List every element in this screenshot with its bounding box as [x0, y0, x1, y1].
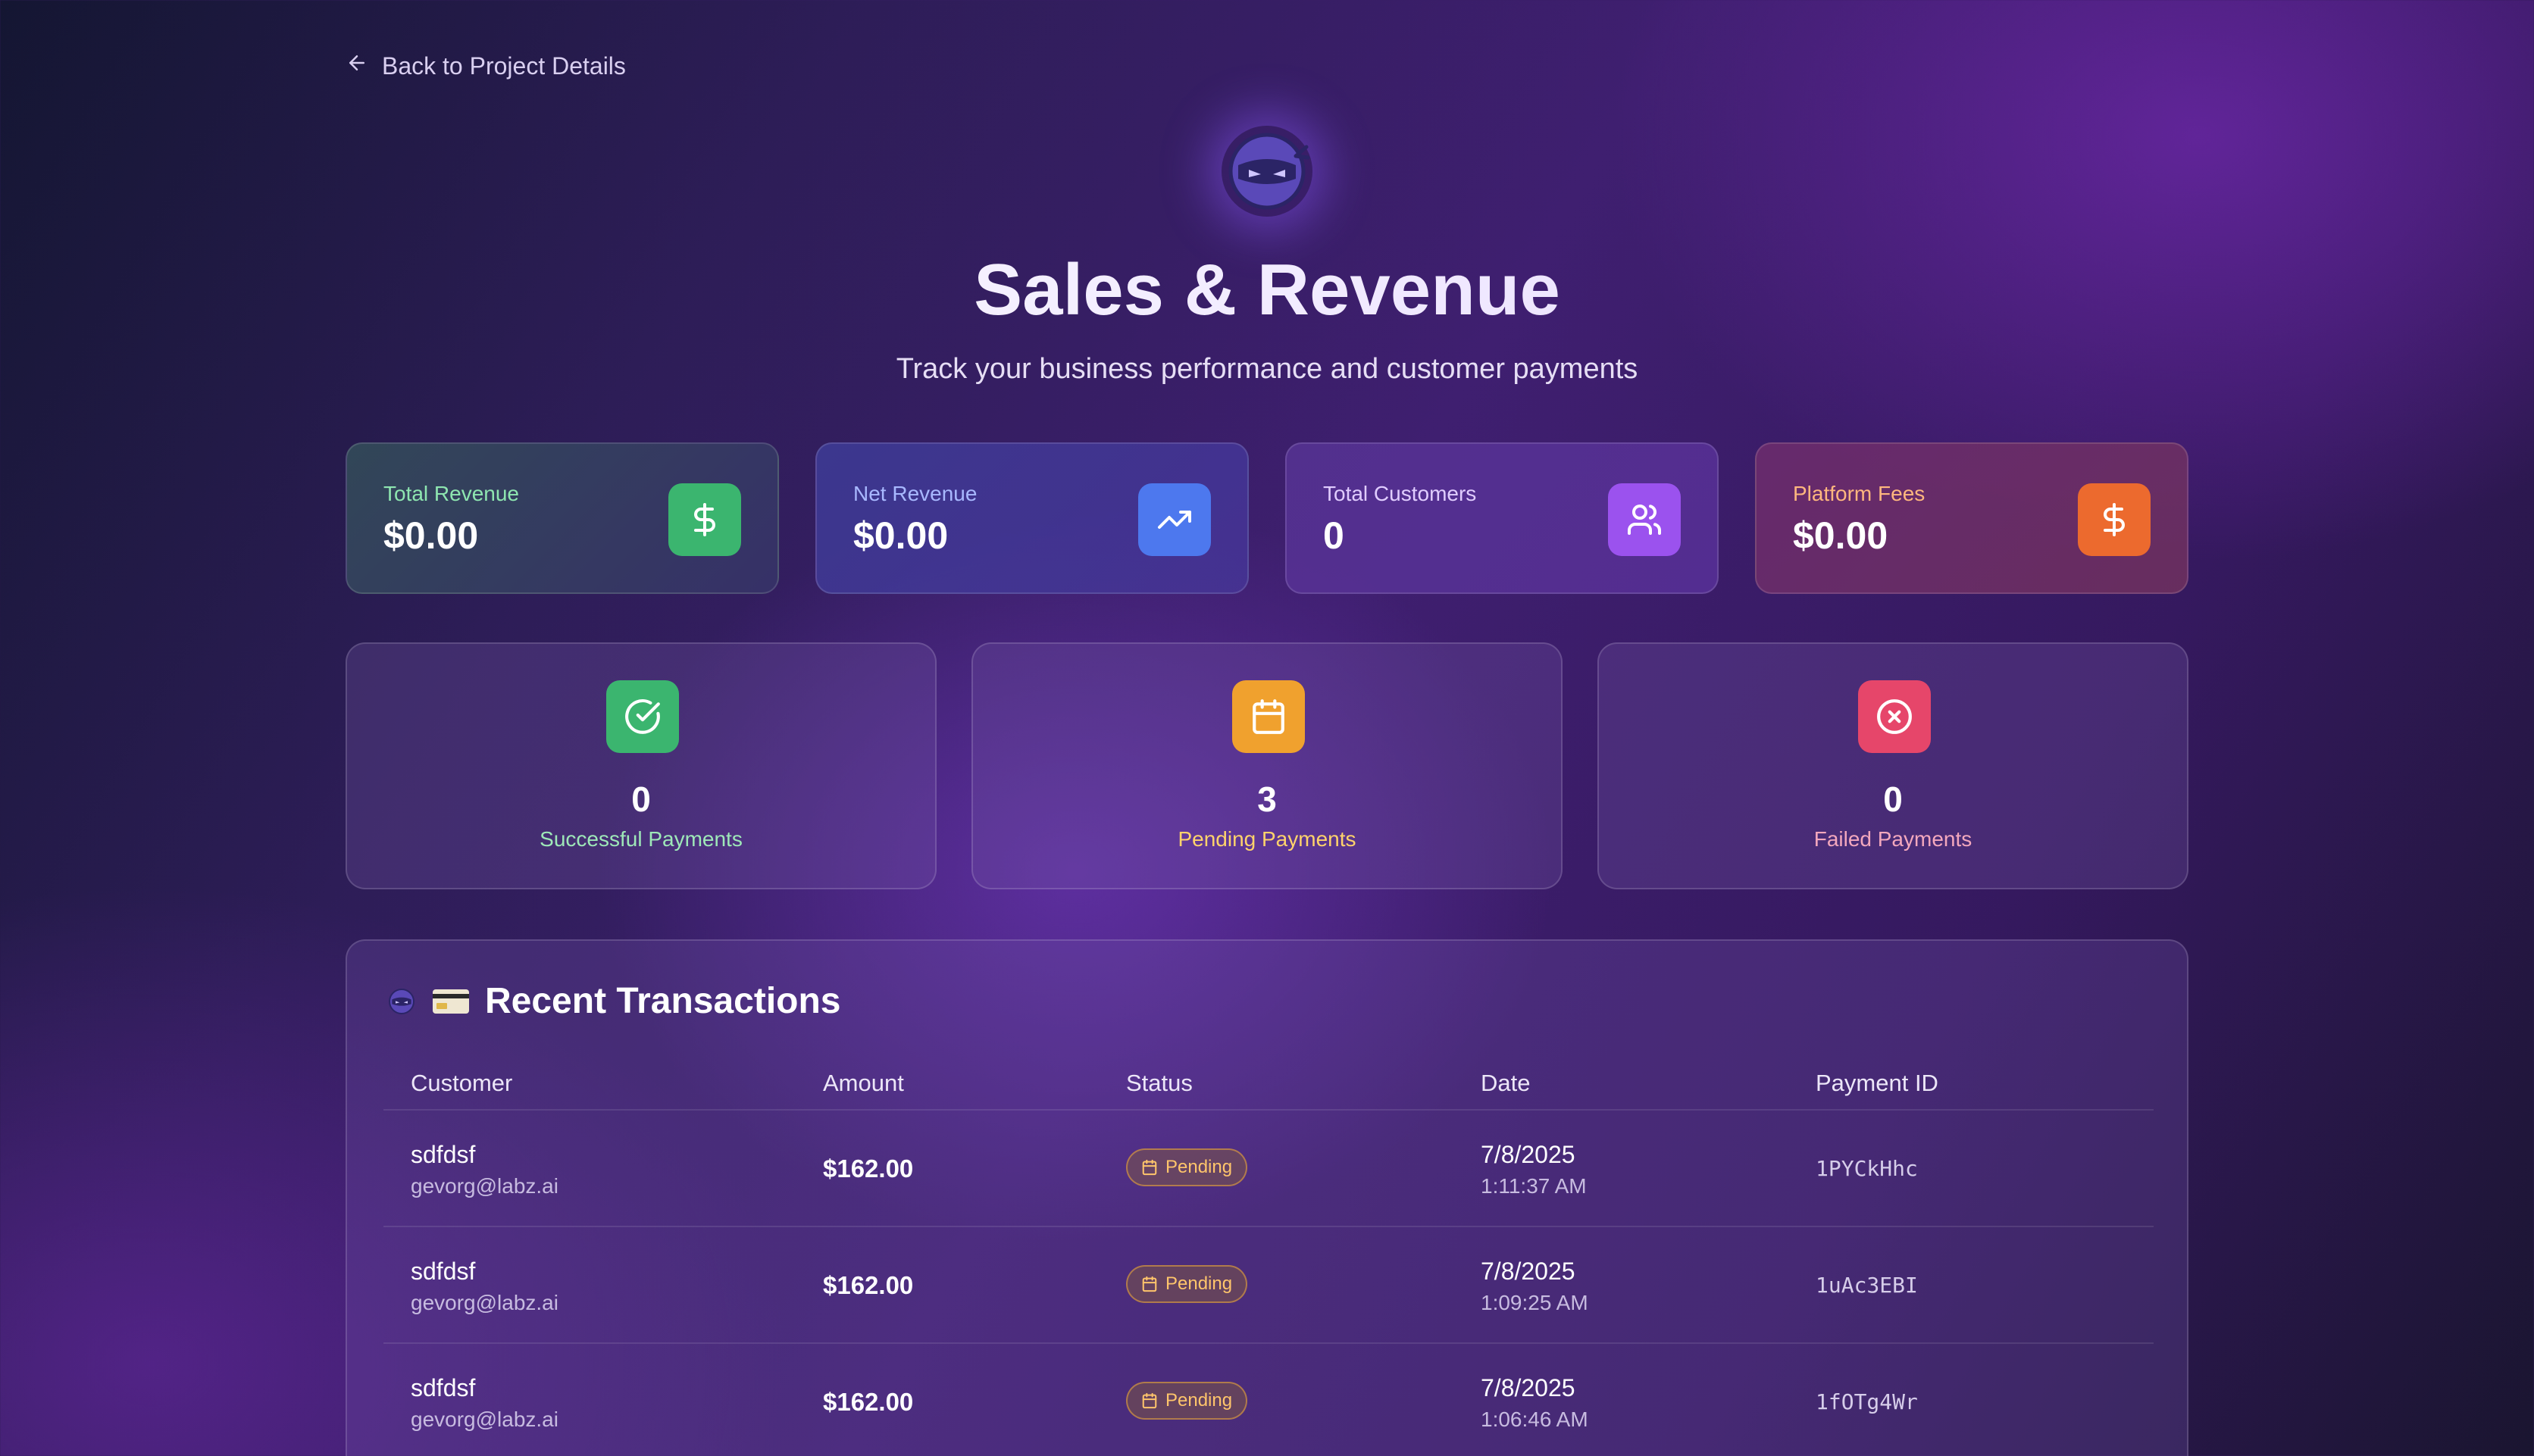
customer-email: gevorg@labz.ai: [411, 1408, 558, 1431]
status-label: Pending: [1165, 1390, 1233, 1411]
failed-payments-card: 0 Failed Payments: [1597, 642, 2188, 889]
back-to-project-link[interactable]: Back to Project Details: [346, 52, 626, 80]
trending-up-icon: [1138, 483, 1211, 556]
payment-count: 0: [1883, 780, 1903, 819]
status-label: Pending: [1165, 1157, 1233, 1177]
transaction-date: 7/8/2025: [1481, 1258, 1575, 1285]
transaction-time: 1:09:25 AM: [1481, 1291, 1588, 1314]
page-subtitle: Track your business performance and cust…: [896, 353, 1638, 385]
status-badge: Pending: [1126, 1265, 1248, 1303]
users-icon: [1608, 483, 1681, 556]
customer-email: gevorg@labz.ai: [411, 1291, 558, 1314]
calendar-icon: [1142, 1276, 1157, 1292]
transaction-date: 7/8/2025: [1481, 1141, 1575, 1168]
payment-label: Failed Payments: [1813, 827, 1972, 851]
stat-card-total-customers: Total Customers 0: [1285, 442, 1719, 594]
column-header: Customer: [411, 1070, 513, 1096]
calendar-icon: [1142, 1159, 1157, 1176]
payment-id: 1PYCkHhc: [1816, 1156, 1918, 1181]
calendar-icon: [1142, 1392, 1157, 1409]
transaction-amount: $162.00: [823, 1271, 914, 1299]
transactions-header: Recent Transactions: [386, 980, 841, 1022]
table-row[interactable]: sdfdsf gevorg@labz.ai $162.00 Pending 7/…: [383, 1226, 2154, 1342]
payment-label: Successful Payments: [540, 827, 743, 851]
calendar-icon: [1232, 680, 1305, 753]
status-label: Pending: [1165, 1273, 1233, 1294]
status-badge: Pending: [1126, 1148, 1248, 1186]
recent-transactions-panel: Recent Transactions Customer Amount Stat…: [346, 939, 2188, 1456]
ninja-logo-icon: [1222, 126, 1312, 217]
column-header: Payment ID: [1816, 1070, 1938, 1096]
transaction-amount: $162.00: [823, 1388, 914, 1416]
transaction-date: 7/8/2025: [1481, 1374, 1575, 1401]
transaction-amount: $162.00: [823, 1154, 914, 1183]
status-badge: Pending: [1126, 1382, 1248, 1420]
table-header-row: Customer Amount Status Date Payment ID: [383, 1070, 2154, 1109]
payment-id: 1fOTg4Wr: [1816, 1389, 1918, 1414]
transactions-table: Customer Amount Status Date Payment ID s…: [383, 1070, 2154, 1456]
transaction-time: 1:06:46 AM: [1481, 1408, 1588, 1431]
x-circle-icon: [1858, 680, 1931, 753]
customer-name: sdfdsf: [411, 1374, 476, 1401]
page-title: Sales & Revenue: [0, 248, 2534, 332]
stat-card-total-revenue: Total Revenue $0.00: [346, 442, 779, 594]
payment-count: 0: [631, 780, 651, 819]
payment-label: Pending Payments: [1178, 827, 1356, 851]
transaction-time: 1:11:37 AM: [1481, 1174, 1587, 1198]
customer-email: gevorg@labz.ai: [411, 1174, 558, 1198]
column-header: Status: [1126, 1070, 1193, 1096]
table-row[interactable]: sdfdsf gevorg@labz.ai $162.00 Pending 7/…: [383, 1109, 2154, 1226]
table-row[interactable]: sdfdsf gevorg@labz.ai $162.00 Pending 7/…: [383, 1342, 2154, 1456]
dollar-icon: [2078, 483, 2151, 556]
back-link-label: Back to Project Details: [382, 52, 626, 80]
check-circle-icon: [606, 680, 679, 753]
arrow-left-icon: [346, 52, 368, 80]
payment-id: 1uAc3EBI: [1816, 1273, 1918, 1298]
payment-count: 3: [1257, 780, 1277, 819]
dollar-icon: [668, 483, 741, 556]
column-header: Date: [1481, 1070, 1531, 1096]
pending-payments-card: 3 Pending Payments: [971, 642, 1563, 889]
stat-card-platform-fees: Platform Fees $0.00: [1755, 442, 2188, 594]
transactions-title: Recent Transactions: [485, 981, 841, 1021]
successful-payments-card: 0 Successful Payments: [346, 642, 937, 889]
customer-name: sdfdsf: [411, 1258, 476, 1285]
stat-card-net-revenue: Net Revenue $0.00: [815, 442, 1249, 594]
credit-card-icon: [433, 989, 469, 1014]
ninja-logo-icon: [389, 988, 415, 1014]
customer-name: sdfdsf: [411, 1141, 476, 1168]
column-header: Amount: [823, 1070, 904, 1096]
